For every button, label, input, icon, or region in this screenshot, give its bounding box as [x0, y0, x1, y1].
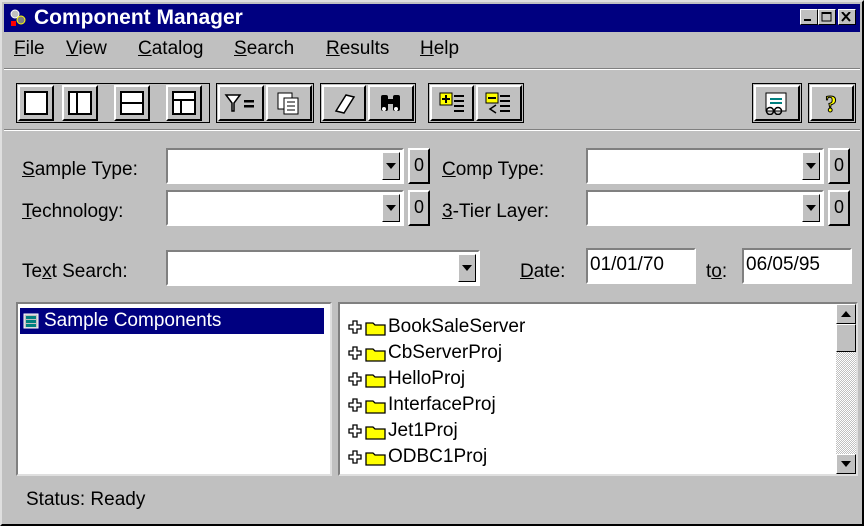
component-manager-window: Component Manager File View Catalog Sear… — [0, 0, 864, 526]
close-button[interactable] — [838, 9, 856, 25]
svg-text:?: ? — [825, 92, 837, 115]
tree-item-sample-components[interactable]: Sample Components — [20, 308, 324, 334]
comp-type-count-button[interactable]: 0 — [828, 148, 850, 184]
date-label: Date: — [520, 261, 566, 282]
sample-type-dropdown-button[interactable] — [382, 152, 400, 180]
text-search-combo[interactable] — [166, 250, 480, 286]
minimize-icon — [804, 19, 811, 21]
toolbar-bottom-separator — [4, 129, 860, 131]
title-bar[interactable]: Component Manager — [4, 4, 860, 32]
chevron-down-icon — [386, 163, 396, 169]
date-from-field[interactable]: 01/01/70 — [586, 248, 696, 284]
find-button[interactable] — [368, 85, 414, 121]
chevron-down-icon — [386, 205, 396, 211]
vertical-scrollbar[interactable] — [836, 304, 856, 474]
expand-plus-icon — [348, 450, 362, 464]
tier-layer-combo[interactable] — [586, 190, 824, 226]
window-title: Component Manager — [34, 6, 243, 29]
copy-icon — [277, 92, 299, 115]
chevron-down-icon — [462, 265, 472, 271]
sample-type-combo[interactable] — [166, 148, 404, 184]
menu-catalog[interactable]: Catalog — [138, 36, 204, 62]
folder-icon — [365, 348, 386, 362]
menu-file[interactable]: File — [14, 36, 45, 62]
arrow-up-icon — [841, 311, 851, 317]
expand-list-icon — [439, 92, 464, 112]
filter-icon — [224, 94, 254, 112]
help-button[interactable]: ? — [810, 85, 854, 121]
filter-button[interactable] — [218, 85, 264, 121]
comp-type-dropdown-button[interactable] — [802, 152, 820, 180]
technology-dropdown-button[interactable] — [382, 194, 400, 222]
text-search-dropdown-button[interactable] — [458, 254, 476, 282]
single-pane-button[interactable] — [18, 85, 54, 121]
folder-icon — [365, 322, 386, 336]
expand-plus-icon — [348, 372, 362, 386]
maximize-button[interactable] — [818, 9, 836, 25]
expand-plus-icon — [348, 346, 362, 360]
technology-label: Technology: — [22, 201, 124, 222]
minimize-button[interactable] — [800, 9, 818, 25]
menu-help[interactable]: Help — [420, 36, 459, 62]
clear-button[interactable] — [322, 85, 366, 121]
toolbar-separator — [4, 68, 860, 70]
tree-item-label: Sample Components — [44, 310, 222, 331]
two-pane-vertical-icon — [68, 91, 92, 115]
technology-combo[interactable] — [166, 190, 404, 226]
preview-icon — [765, 92, 787, 115]
menu-search[interactable]: Search — [234, 36, 294, 62]
copy-button[interactable] — [266, 85, 312, 121]
catalog-tree-panel[interactable]: Sample Components — [16, 302, 332, 476]
preview-button[interactable] — [754, 85, 800, 121]
comp-type-combo[interactable] — [586, 148, 824, 184]
tier-layer-dropdown-button[interactable] — [802, 194, 820, 222]
tier-layer-count-button[interactable]: 0 — [828, 190, 850, 226]
three-pane-button[interactable] — [166, 85, 202, 121]
database-icon — [23, 313, 39, 329]
comp-type-label: Comp Type: — [442, 159, 545, 180]
technology-count-button[interactable]: 0 — [408, 190, 430, 226]
status-text: Status: Ready — [26, 489, 146, 510]
scroll-down-button[interactable] — [836, 454, 856, 474]
arrow-down-icon — [841, 461, 851, 467]
scroll-thumb[interactable] — [836, 324, 856, 352]
expand-plus-icon — [348, 320, 362, 334]
expand-plus-icon — [348, 398, 362, 412]
close-icon — [841, 12, 851, 22]
text-search-label: Text Search: — [22, 261, 128, 282]
folder-icon — [365, 400, 386, 414]
tier-layer-label: 3-Tier Layer: — [442, 201, 550, 222]
app-icon — [10, 9, 26, 26]
maximize-icon — [821, 12, 832, 22]
single-pane-icon — [24, 91, 48, 115]
date-to-label: to: — [706, 261, 728, 282]
folder-icon — [365, 426, 386, 440]
help-icon: ? — [825, 92, 838, 116]
chevron-down-icon — [806, 205, 816, 211]
two-pane-vertical-button[interactable] — [62, 85, 98, 121]
date-to-field[interactable]: 06/05/95 — [742, 248, 852, 284]
expand-plus-icon — [348, 424, 362, 438]
menu-results[interactable]: Results — [326, 36, 389, 62]
collapse-button[interactable] — [476, 85, 522, 121]
eraser-icon — [334, 94, 356, 114]
three-pane-icon — [172, 91, 196, 115]
sample-type-label: Sample Type: — [22, 159, 138, 180]
collapse-list-icon — [485, 92, 510, 114]
scroll-up-button[interactable] — [836, 304, 856, 324]
expand-button[interactable] — [430, 85, 474, 121]
two-pane-horizontal-button[interactable] — [114, 85, 150, 121]
binoculars-icon — [381, 95, 400, 111]
menu-view[interactable]: View — [66, 36, 107, 62]
two-pane-horizontal-icon — [120, 91, 144, 115]
results-list-panel[interactable]: BookSaleServer CbServerProj HelloProj In… — [338, 302, 858, 476]
sample-type-count-button[interactable]: 0 — [408, 148, 430, 184]
folder-icon — [365, 452, 386, 466]
folder-icon — [365, 374, 386, 388]
chevron-down-icon — [806, 163, 816, 169]
